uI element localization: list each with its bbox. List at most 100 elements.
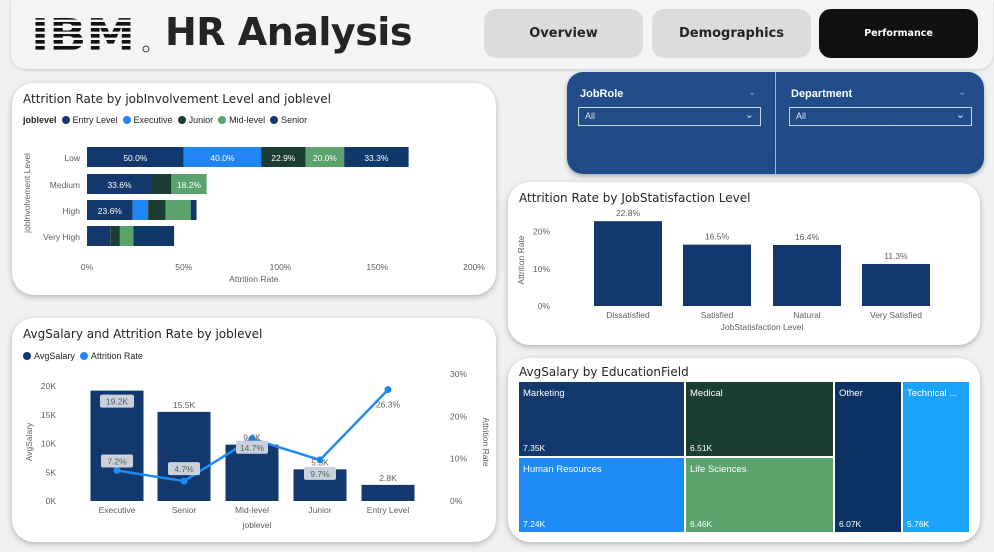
jobrole-filter-title: JobRole: [580, 88, 624, 100]
jobrole-dropdown[interactable]: All ⌄: [578, 107, 761, 126]
data-label: 33.3%: [364, 153, 389, 163]
y-tick-label: Medium: [50, 180, 80, 190]
data-label: 20.0%: [313, 153, 338, 163]
treemap-tile-value: 7.24K: [523, 519, 546, 529]
data-label: 16.4%: [795, 232, 820, 242]
x-tick-label: Dissatisfied: [606, 310, 650, 320]
bar-segment: [152, 174, 172, 194]
y2-axis-title: Attrition Rate: [481, 417, 491, 466]
y-axis-title: jobInvolvement Level: [22, 153, 32, 234]
treemap-tile-value: 6.07K: [839, 519, 862, 529]
legend-item: Entry Level: [61, 115, 118, 125]
x-tick-label: 50%: [175, 262, 192, 272]
bar: [862, 263, 930, 306]
treemap-tile-name: Human Resources: [523, 464, 602, 475]
department-dropdown[interactable]: All ⌄: [789, 107, 972, 126]
x-tick-label: 200%: [463, 262, 485, 272]
legend-item: Junior: [177, 115, 213, 125]
combo-chart: 0K 5K 10K 15K 20K 0% 10% 20% 30% Executive Senior M…: [24, 369, 491, 530]
bar: [773, 244, 841, 306]
bar-segment: [190, 200, 197, 220]
treemap-tile-name: Life Sciences: [690, 464, 747, 475]
data-label: 4.7%: [174, 464, 194, 474]
satisfaction-chart-title: Attrition Rate by JobStatisfaction Level: [519, 191, 751, 205]
x-tick-label: Mid-level: [235, 505, 269, 515]
y-tick-label: 20K: [41, 381, 56, 391]
data-label: 5.5K: [311, 457, 329, 467]
y2-tick-label: 0%: [450, 496, 463, 506]
chevron-down-icon: ⌄: [955, 109, 965, 121]
y-axis-title: AvgSalary: [24, 422, 34, 461]
treemap-tile-value: 5.76K: [907, 519, 930, 529]
involvement-chart-title: Attrition Rate by jobInvolvement Level a…: [23, 92, 331, 106]
page-title: HR Analysis: [165, 10, 412, 54]
ibm-logo-text: IBM: [31, 14, 135, 55]
department-filter-title: Department: [791, 88, 853, 100]
x-axis-title: JobStatisfaction Level: [721, 322, 804, 332]
x-tick-label: 150%: [366, 262, 388, 272]
y-tick-label: 0K: [46, 496, 57, 506]
treemap-chart-title: AvgSalary by EducationField: [519, 365, 689, 379]
bar-segment: [87, 226, 111, 246]
x-tick-label: Executive: [99, 505, 136, 515]
treemap-tile[interactable]: Other 6.07K: [835, 382, 901, 532]
data-label: 11.3%: [884, 251, 908, 261]
data-label: 23.6%: [98, 206, 123, 216]
department-collapse-icon[interactable]: ⌄: [958, 87, 966, 98]
treemap-tile-name: Marketing: [523, 388, 565, 399]
treemap-tile-value: 7.35K: [523, 443, 546, 453]
jobrole-collapse-icon[interactable]: ⌄: [748, 87, 756, 98]
x-tick-label: Junior: [308, 505, 331, 515]
ibm-logo: IBM: [31, 14, 153, 55]
satisfaction-bar-chart: 0% 10% 20% 22.8% Dissatisfied 16.5% Satisfied 1…: [516, 208, 930, 332]
bar: [361, 484, 415, 501]
data-label: 19.2K: [106, 397, 129, 407]
registered-mark-icon: [142, 45, 150, 53]
involvement-legend: joblevel Entry Level Executive Junior Mi…: [23, 115, 312, 125]
data-label: 22.9%: [271, 153, 296, 163]
bar-segment: [148, 200, 166, 220]
line-point: [180, 477, 188, 485]
combo-chart-title: AvgSalary and Attrition Rate by joblevel: [23, 327, 263, 341]
treemap-tile-name: Technical ...: [907, 388, 958, 399]
line-point: [384, 386, 392, 394]
data-label: 9.7%: [310, 469, 330, 479]
bar-segment: [132, 200, 149, 220]
line-point: [113, 467, 121, 475]
treemap-tile[interactable]: Marketing 7.35K: [519, 382, 684, 456]
tab-demographics[interactable]: Demographics: [652, 9, 811, 58]
x-tick-label: Very Satisfied: [870, 310, 922, 320]
jobrole-value: All: [585, 111, 596, 121]
tab-overview[interactable]: Overview: [484, 9, 643, 58]
y-tick-label: High: [63, 206, 81, 216]
treemap-tile[interactable]: Life Sciences 6.46K: [686, 458, 833, 532]
data-label: 40.0%: [210, 153, 235, 163]
treemap-tile[interactable]: Human Resources 7.24K: [519, 458, 684, 532]
chevron-down-icon: ⌄: [744, 109, 754, 121]
bar-segment: [165, 200, 191, 220]
data-label: 18.2%: [177, 180, 202, 190]
y-axis-title: Attrition Rate: [516, 235, 526, 284]
data-label: 2.8K: [379, 473, 397, 483]
treemap-tile[interactable]: Technical ... 5.76K: [903, 382, 969, 532]
y-tick-label: 10%: [533, 264, 550, 274]
filter-divider: [775, 72, 776, 174]
tab-performance[interactable]: Performance: [819, 9, 978, 58]
legend-title: joblevel: [23, 115, 57, 125]
data-label: 50.0%: [123, 153, 148, 163]
y-tick-label: 20%: [533, 227, 550, 237]
involvement-bar-chart: Low 50.0% 40.0% 22.9% 20.0% 33.3% Medium 33.6% 1…: [22, 147, 485, 284]
legend-item: Senior: [270, 115, 307, 125]
data-label: 15.5K: [173, 400, 196, 410]
bar-segment: [110, 226, 120, 246]
bar: [594, 221, 662, 306]
treemap-tile[interactable]: Medical 6.51K: [686, 382, 833, 456]
treemap-tile-value: 6.51K: [690, 443, 713, 453]
education-treemap: Marketing 7.35K Medical 6.51K Human Resource…: [519, 382, 969, 532]
data-label: 26.3%: [376, 400, 401, 410]
y-tick-label: 0%: [538, 301, 551, 311]
y-tick-label: Very High: [43, 232, 80, 242]
data-label: 33.6%: [107, 180, 132, 190]
data-label: 14.7%: [240, 443, 265, 453]
x-tick-label: 100%: [270, 262, 292, 272]
